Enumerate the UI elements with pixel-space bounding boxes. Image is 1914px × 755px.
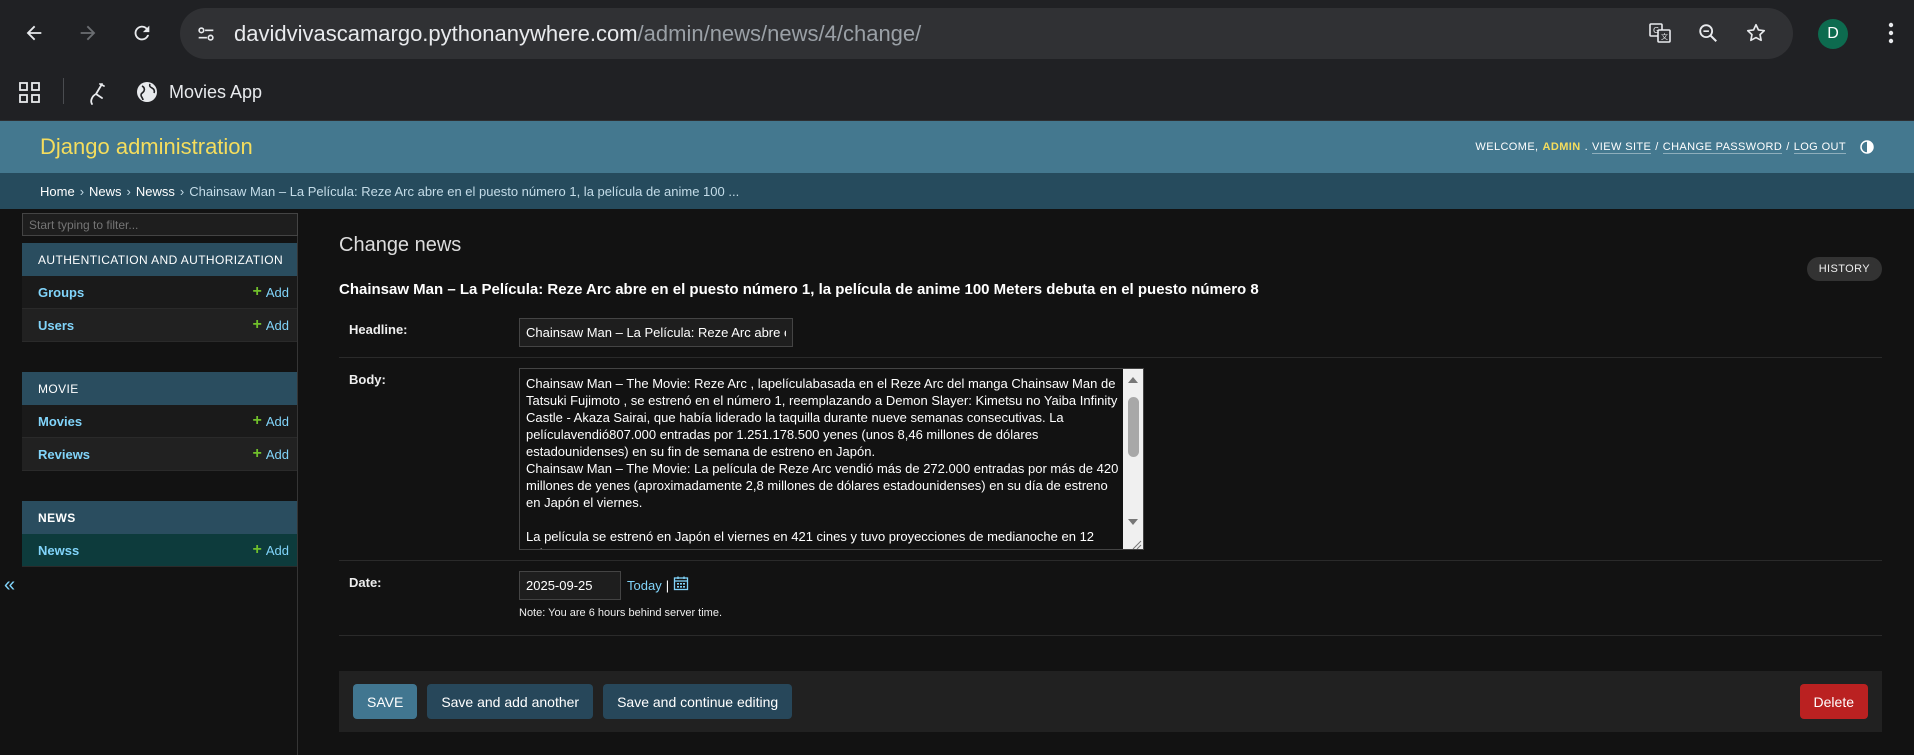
plus-icon: + [252, 541, 262, 558]
sidebar-item-label[interactable]: Groups [38, 285, 84, 300]
textarea-scrollbar[interactable] [1123, 369, 1143, 550]
submit-row: SAVE Save and add another Save and conti… [339, 671, 1882, 732]
sidebar-item-users: Users + Add [22, 309, 297, 342]
object-tools: History [1806, 257, 1882, 281]
plus-icon: + [252, 412, 262, 429]
username: ADMIN [1542, 141, 1581, 153]
headline-input[interactable] [519, 318, 793, 347]
date-shortcut-separator: | [665, 578, 670, 593]
sidebar-item-label[interactable]: Movies [38, 414, 82, 429]
reload-button[interactable] [122, 13, 162, 53]
welcome-text: WELCOME, [1475, 141, 1539, 153]
nav-filter-input[interactable] [22, 213, 298, 236]
bookmarks-bar: Movies App [0, 66, 1914, 121]
scroll-thumb[interactable] [1128, 397, 1139, 457]
object-title: Chainsaw Man – La Película: Reze Arc abr… [339, 281, 1259, 298]
nav-sidebar: Authentication and Authorization Groups … [22, 213, 298, 755]
theme-toggle-icon[interactable] [1860, 140, 1874, 154]
user-tools: WELCOME, ADMIN. VIEW SITE / CHANGE PASSW… [1475, 140, 1874, 154]
add-movies-button[interactable]: + Add [253, 412, 289, 430]
sidebar-item-label[interactable]: Reviews [38, 447, 90, 462]
calendar-icon[interactable] [673, 575, 689, 596]
view-site-link[interactable]: VIEW SITE [1592, 141, 1652, 154]
form-row-headline: Headline: [339, 308, 1882, 358]
add-users-button[interactable]: + Add [253, 316, 289, 334]
body-text: Chainsaw Man – The Movie: Reze Arc , lap… [526, 376, 1119, 549]
add-newss-button[interactable]: + Add [253, 541, 289, 559]
url-path: /admin/news/news/4/change/ [637, 20, 922, 46]
date-help-text: Note: You are 6 hours behind server time… [519, 607, 723, 619]
save-and-continue-button[interactable]: Save and continue editing [603, 684, 793, 719]
url-text: davidvivascamargo.pythonanywhere.com/adm… [234, 21, 921, 47]
main-content: Change news History Chainsaw Man – La Pe… [339, 209, 1882, 732]
back-arrow-icon [26, 25, 42, 41]
date-label: Date: [349, 575, 382, 590]
zoom-icon[interactable] [1691, 16, 1725, 50]
sidebar-item-groups: Groups + Add [22, 276, 297, 309]
add-groups-button[interactable]: + Add [253, 283, 289, 301]
svg-text:G: G [1653, 26, 1659, 35]
browser-menu-icon[interactable] [1876, 18, 1906, 48]
page-title: Change news [339, 234, 462, 256]
sidebar-item-movies: Movies + Add [22, 405, 297, 438]
breadcrumb-app[interactable]: News [89, 184, 122, 199]
globe-icon [137, 82, 157, 102]
today-link[interactable]: Today [627, 578, 662, 593]
body-textarea[interactable]: Chainsaw Man – The Movie: Reze Arc , lap… [519, 368, 1144, 550]
body-label: Body: [349, 372, 386, 387]
app-caption-news[interactable]: News [22, 501, 297, 534]
scroll-up-icon[interactable] [1126, 373, 1140, 387]
add-reviews-button[interactable]: + Add [253, 445, 289, 463]
app-module-news: News Newss + Add [22, 501, 297, 567]
site-brand[interactable]: Django administration [40, 134, 253, 160]
delete-button[interactable]: Delete [1799, 684, 1868, 719]
reload-icon [134, 25, 150, 41]
sidebar-item-label[interactable]: Newss [38, 543, 79, 558]
bookmark-separator [63, 78, 64, 104]
breadcrumb: Home › News › Newss › Chainsaw Man – La Pel… [0, 173, 1914, 209]
bookmark-label: Movies App [169, 81, 263, 102]
address-bar[interactable]: davidvivascamargo.pythonanywhere.com/adm… [180, 8, 1793, 59]
django-header: Django administration WELCOME, ADMIN. VI… [0, 121, 1914, 173]
form-row-body: Body: Chainsaw Man – The Movie: Reze Arc… [339, 358, 1882, 561]
sidebar-item-reviews: Reviews + Add [22, 438, 297, 471]
save-button[interactable]: SAVE [353, 684, 418, 719]
history-button[interactable]: History [1806, 257, 1882, 281]
svg-text:文: 文 [1661, 32, 1668, 41]
breadcrumb-current: Chainsaw Man – La Película: Reze Arc abr… [189, 183, 740, 199]
apps-grid-icon[interactable] [18, 81, 42, 105]
profile-avatar[interactable]: D [1818, 19, 1848, 49]
app-caption-movie[interactable]: Movie [22, 372, 297, 405]
change-password-link[interactable]: CHANGE PASSWORD [1662, 141, 1783, 154]
breadcrumb-home[interactable]: Home [40, 184, 75, 199]
plus-icon: + [252, 316, 262, 333]
translate-icon[interactable]: G文 [1643, 16, 1677, 50]
sidebar-item-newss: Newss + Add [22, 534, 297, 567]
bookmark-favicon-icon[interactable] [86, 80, 110, 106]
bookmark-star-icon[interactable] [1739, 16, 1773, 50]
forward-button[interactable] [68, 13, 108, 53]
resize-grip-icon[interactable] [1130, 538, 1142, 550]
plus-icon: + [252, 445, 262, 462]
plus-icon: + [252, 283, 262, 300]
url-host: davidvivascamargo.pythonanywhere.com [234, 20, 638, 46]
forward-arrow-icon [80, 25, 96, 41]
date-input[interactable] [519, 571, 621, 600]
save-and-add-another-button[interactable]: Save and add another [427, 684, 594, 719]
headline-label: Headline: [349, 322, 408, 337]
form-row-date: Date: Today | Note: You are 6 hours behi… [339, 561, 1882, 636]
collapse-sidebar-icon[interactable]: « [4, 574, 15, 597]
app-caption-auth[interactable]: Authentication and Authorization [22, 243, 297, 276]
app-module-auth: Authentication and Authorization Groups … [22, 243, 297, 342]
site-info-icon[interactable] [188, 16, 224, 52]
log-out-link[interactable]: LOG OUT [1793, 141, 1846, 154]
breadcrumb-model[interactable]: Newss [136, 184, 175, 199]
browser-toolbar: davidvivascamargo.pythonanywhere.com/adm… [0, 0, 1914, 66]
app-module-movie: Movie Movies + Add Reviews + Add [22, 372, 297, 471]
scroll-down-icon[interactable] [1126, 515, 1140, 529]
bookmark-movies-app[interactable]: Movies App [135, 80, 262, 104]
back-button[interactable] [14, 13, 54, 53]
sidebar-item-label[interactable]: Users [38, 318, 74, 333]
